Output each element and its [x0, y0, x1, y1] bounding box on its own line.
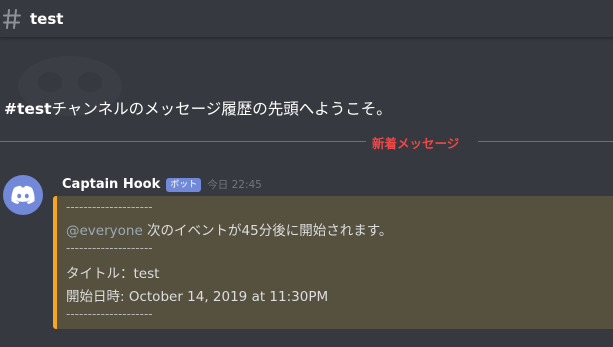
author-name[interactable]: Captain Hook	[62, 177, 160, 192]
embed-separator: --------------------	[66, 200, 153, 214]
message-timestamp: 今日 22:45	[207, 179, 262, 191]
new-messages-divider: 新着メッセージ	[0, 136, 613, 151]
channel-tag[interactable]: #test	[4, 100, 52, 118]
divider-line-left	[0, 141, 366, 142]
hash-icon	[2, 7, 22, 31]
embed-separator: --------------------	[66, 307, 153, 321]
everyone-mention[interactable]: @everyone	[66, 223, 143, 239]
embed-separator: --------------------	[66, 241, 153, 255]
divider-line-right	[478, 141, 613, 142]
embed-event-line: @everyone 次のイベントが45分後に開始されます。	[66, 219, 392, 239]
bot-badge: ボット	[166, 177, 202, 192]
channel-header: test	[0, 0, 613, 38]
embed-title-line: タイトル：test	[66, 266, 160, 282]
message-header: Captain Hook ボット 今日 22:45	[62, 177, 262, 192]
event-text: 次のイベントが45分後に開始されます。	[142, 223, 393, 239]
welcome-message: チャンネルのメッセージ履歴の先頭へようこそ。	[51, 100, 392, 118]
start-value: : October 14, 2019 at 11:30PM	[120, 289, 329, 305]
start-label: 開始日時	[66, 289, 120, 305]
embed-start-line: 開始日時: October 14, 2019 at 11:30PM	[66, 285, 328, 305]
message-embed: -------------------- @everyone 次のイベントが45…	[53, 196, 613, 329]
discord-logo-icon	[11, 185, 35, 204]
avatar[interactable]	[3, 175, 43, 215]
welcome-text: #testチャンネルのメッセージ履歴の先頭へようこそ。	[4, 97, 392, 119]
new-messages-label: 新着メッセージ	[372, 136, 460, 151]
channel-name: test	[30, 9, 64, 28]
